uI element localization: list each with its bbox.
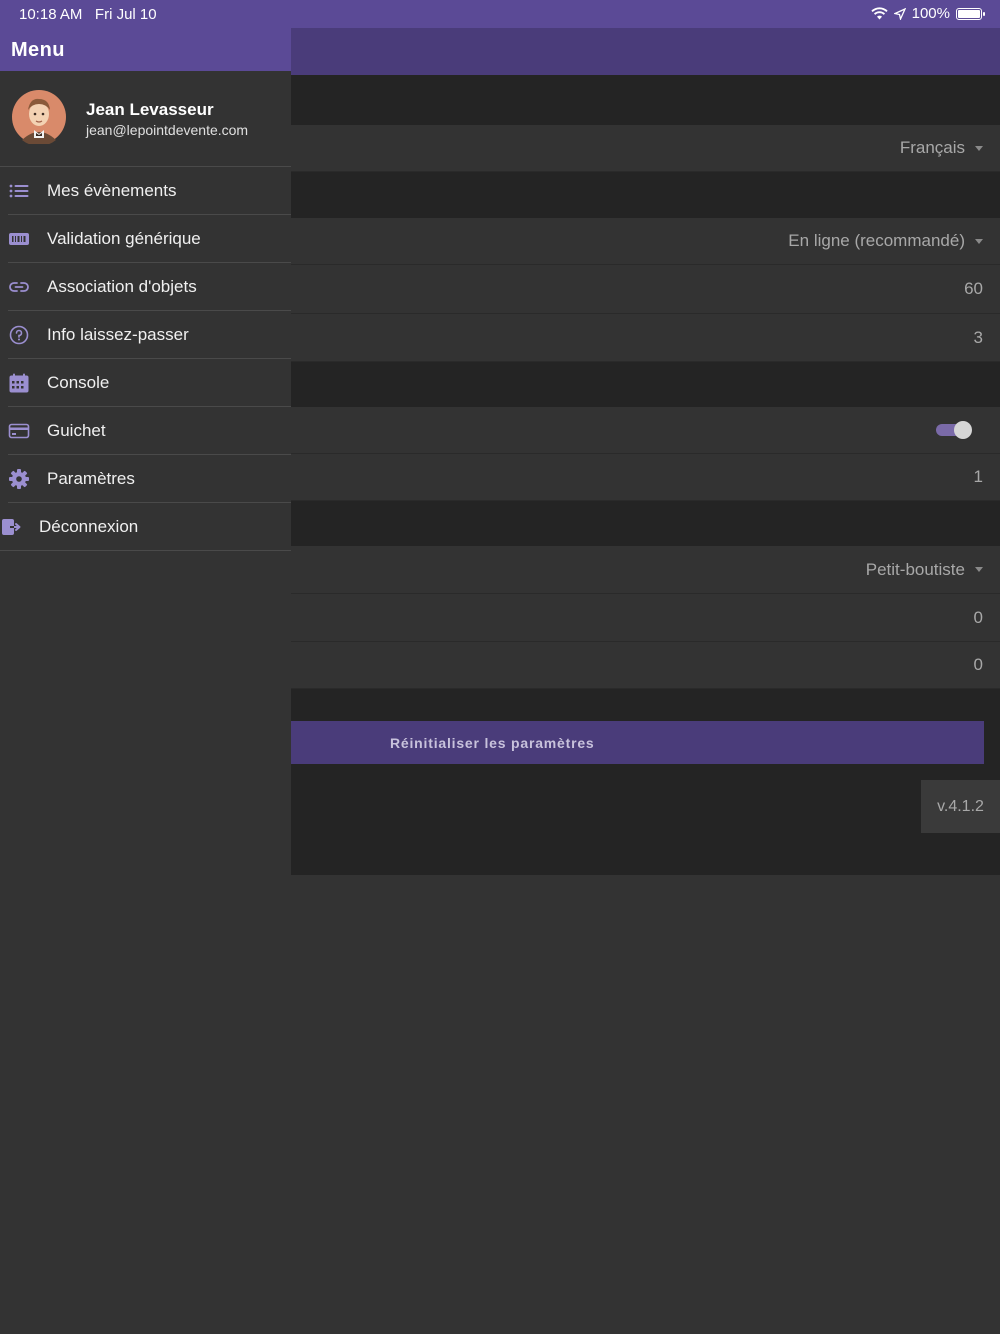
status-bar: 10:18 AM Fri Jul 10 100%: [0, 0, 1000, 28]
list-icon: [9, 184, 29, 198]
menu-item-label: Déconnexion: [39, 517, 139, 536]
settings-panel: Français En ligne (recommandé) 60 3 1 Pe…: [291, 28, 1000, 875]
byte-order-value: Petit-boutiste: [865, 559, 965, 579]
status-time: 10:18 AM Fri Jul 10: [19, 6, 157, 23]
logout-icon: [2, 519, 21, 535]
menu-item-label: Mes évènements: [47, 181, 177, 200]
toggle-row: [291, 407, 1000, 454]
dropdown-caret-icon: [975, 567, 983, 572]
menu-item-label: Paramètres: [47, 469, 135, 488]
menu-item-events[interactable]: Mes évènements: [8, 167, 291, 215]
barcode-icon: [9, 233, 29, 245]
reset-settings-button[interactable]: Réinitialiser les paramètres: [291, 721, 984, 764]
gear-icon: [9, 469, 29, 489]
question-circle-icon: [9, 325, 29, 345]
side-drawer: Menu Jean Levasseur jean@lepointdevente.…: [0, 28, 291, 1334]
menu-item-ticket-office[interactable]: Guichet: [8, 407, 291, 455]
menu-item-label: Console: [47, 373, 110, 392]
field-value: 0: [973, 655, 983, 674]
numeric-field-row[interactable]: 0: [291, 594, 1000, 642]
language-select-row[interactable]: Français: [291, 125, 1000, 172]
drawer-title: Menu: [11, 39, 65, 61]
menu-item-label: Validation générique: [47, 229, 201, 248]
language-value: Français: [899, 138, 965, 157]
dropdown-caret-icon: [975, 238, 983, 244]
link-icon: [9, 282, 29, 292]
wifi-icon: [870, 7, 888, 20]
dropdown-caret-icon: [975, 145, 983, 151]
numeric-field-row[interactable]: 0: [291, 642, 1000, 689]
avatar: [12, 90, 66, 144]
field-value: 60: [964, 279, 983, 298]
calendar-icon: [9, 373, 29, 393]
user-email: jean@lepointdevente.com: [86, 122, 249, 138]
mode-select-row[interactable]: En ligne (recommandé): [291, 218, 1000, 265]
numeric-field-row[interactable]: 1: [291, 454, 1000, 501]
settings-toggle[interactable]: [936, 421, 972, 439]
version-label: v.4.1.2: [921, 780, 1000, 833]
numeric-field-row[interactable]: 3: [291, 314, 1000, 362]
user-name: Jean Levasseur: [86, 100, 214, 119]
settings-header: [291, 28, 1000, 75]
field-value: 0: [973, 607, 983, 627]
menu-item-console[interactable]: Console: [8, 359, 291, 407]
menu-item-label: Association d'objets: [47, 277, 197, 296]
mode-value: En ligne (recommandé): [788, 231, 965, 250]
menu-item-logout[interactable]: Déconnexion: [0, 503, 291, 551]
battery-percent: 100%: [911, 5, 950, 22]
status-indicators: 100%: [870, 5, 985, 22]
numeric-field-row[interactable]: 60: [291, 265, 1000, 314]
field-value: 3: [973, 327, 983, 347]
menu-item-settings[interactable]: Paramètres: [8, 455, 291, 503]
menu-item-object-association[interactable]: Association d'objets: [8, 263, 291, 311]
menu-item-pass-info[interactable]: Info laissez-passer: [8, 311, 291, 359]
menu-item-label: Info laissez-passer: [47, 325, 189, 344]
byte-order-select-row[interactable]: Petit-boutiste: [291, 546, 1000, 594]
user-profile: Jean Levasseur jean@lepointdevente.com: [0, 71, 291, 167]
drawer-title-bar: Menu: [0, 28, 291, 71]
credit-card-icon: [8, 423, 30, 439]
field-value: 1: [973, 467, 983, 486]
menu-item-generic-validation[interactable]: Validation générique: [8, 215, 291, 263]
location-arrow-icon: [893, 7, 906, 20]
battery-icon: [956, 7, 985, 20]
menu-item-label: Guichet: [47, 421, 106, 440]
